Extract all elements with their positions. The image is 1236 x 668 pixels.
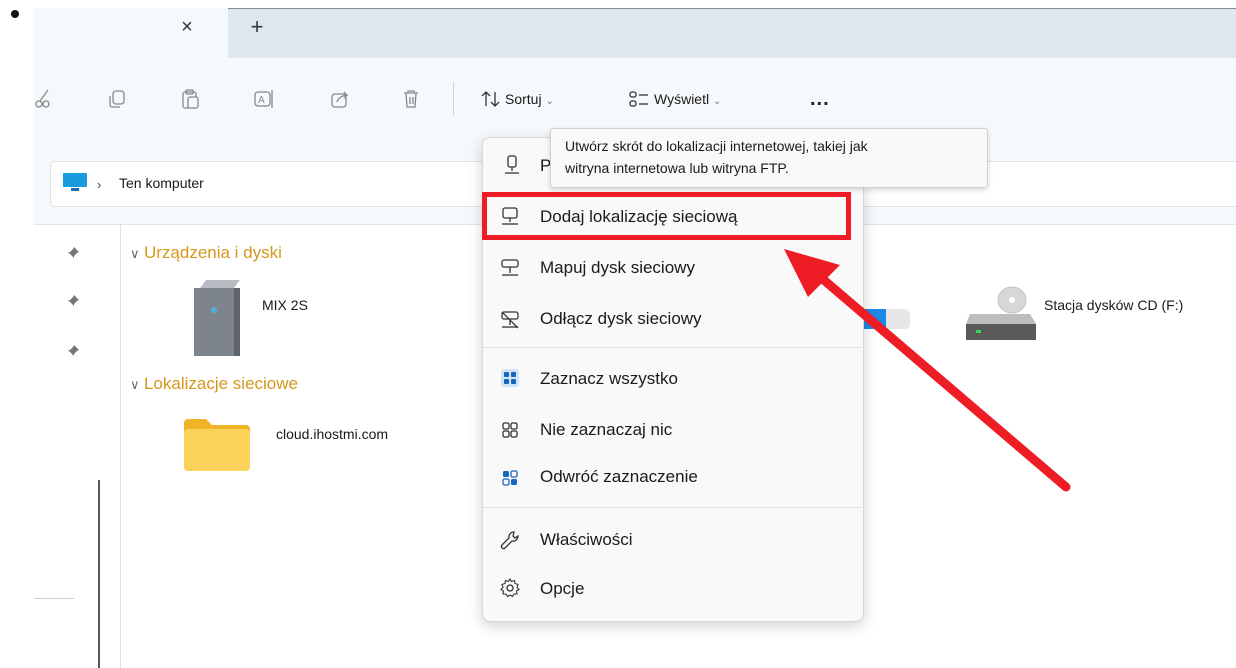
rename-icon[interactable]: A bbox=[253, 88, 275, 110]
tooltip: Utwórz skrót do lokalizacji internetowej… bbox=[550, 128, 988, 188]
nav-scrollbar[interactable] bbox=[98, 480, 100, 668]
menu-item-invert-selection[interactable]: Odwróć zaznaczenie bbox=[540, 467, 698, 487]
group-label: Urządzenia i dyski bbox=[143, 243, 282, 262]
chevron-down-icon: ∨ bbox=[130, 377, 140, 392]
cut-icon[interactable] bbox=[34, 88, 56, 110]
tab-active[interactable] bbox=[34, 8, 228, 58]
pin-icon[interactable] bbox=[66, 246, 80, 260]
chevron-down-icon: ∨ bbox=[130, 246, 140, 261]
group-network-header[interactable]: ∨ Lokalizacje sieciowe bbox=[130, 374, 298, 394]
list-bullet bbox=[11, 10, 19, 18]
select-none-icon bbox=[502, 422, 518, 438]
share-icon[interactable] bbox=[329, 88, 351, 110]
menu-separator bbox=[483, 507, 862, 508]
select-all-icon bbox=[501, 369, 519, 387]
delete-icon[interactable] bbox=[400, 88, 422, 110]
pane-divider bbox=[120, 224, 121, 668]
menu-item-map-drive[interactable]: Mapuj dysk sieciowy bbox=[540, 258, 695, 278]
tooltip-line: witryna internetowa lub witryna FTP. bbox=[565, 160, 789, 176]
wrench-icon bbox=[500, 531, 519, 550]
svg-text:A: A bbox=[258, 95, 265, 106]
toolbar-separator bbox=[453, 82, 454, 116]
view-button[interactable]: Wyświetl ⌄ bbox=[654, 91, 721, 107]
menu-item-disconnect-drive[interactable]: Odłącz dysk sieciowy bbox=[540, 309, 702, 329]
sort-icon bbox=[481, 91, 500, 107]
pin-icon[interactable] bbox=[66, 294, 80, 308]
gear-icon bbox=[500, 578, 520, 598]
chevron-down-icon: ⌄ bbox=[713, 96, 722, 107]
menu-item-options[interactable]: Opcje bbox=[540, 579, 584, 599]
nav-divider bbox=[34, 598, 74, 599]
pin-icon[interactable] bbox=[66, 344, 80, 358]
breadcrumb-separator: › bbox=[97, 177, 102, 192]
drive-label[interactable]: MIX 2S bbox=[262, 297, 308, 313]
phone-drive-icon[interactable] bbox=[194, 280, 240, 356]
pin-network-icon bbox=[505, 155, 519, 174]
menu-item-select-none[interactable]: Nie zaznaczaj nic bbox=[540, 420, 672, 440]
group-devices-header[interactable]: ∨ Urządzenia i dyski bbox=[130, 243, 282, 263]
group-label: Lokalizacje sieciowe bbox=[143, 374, 298, 393]
highlight-box bbox=[482, 192, 851, 240]
annotation-arrow bbox=[784, 249, 1071, 492]
chevron-down-icon: ⌄ bbox=[545, 96, 554, 107]
map-drive-icon bbox=[501, 259, 519, 276]
disconnect-drive-icon bbox=[501, 311, 519, 329]
view-icon bbox=[629, 91, 648, 107]
network-folder-label[interactable]: cloud.ihostmi.com bbox=[276, 426, 388, 442]
sort-button[interactable]: Sortuj ⌄ bbox=[505, 91, 554, 107]
paste-icon[interactable] bbox=[180, 88, 202, 110]
tooltip-line: Utwórz skrót do lokalizacji internetowej… bbox=[565, 138, 868, 154]
tab-close-icon[interactable]: × bbox=[178, 17, 196, 37]
menu-item-select-all[interactable]: Zaznacz wszystko bbox=[540, 369, 678, 389]
folder-icon[interactable] bbox=[184, 419, 250, 471]
new-tab-icon[interactable]: + bbox=[248, 16, 266, 38]
breadcrumb-location[interactable]: Ten komputer bbox=[119, 175, 204, 191]
copy-icon[interactable] bbox=[106, 88, 128, 110]
invert-selection-icon bbox=[502, 470, 518, 486]
menu-item-properties[interactable]: Właściwości bbox=[540, 530, 633, 550]
computer-icon bbox=[63, 173, 87, 191]
see-more-button[interactable]: ... bbox=[810, 88, 830, 111]
